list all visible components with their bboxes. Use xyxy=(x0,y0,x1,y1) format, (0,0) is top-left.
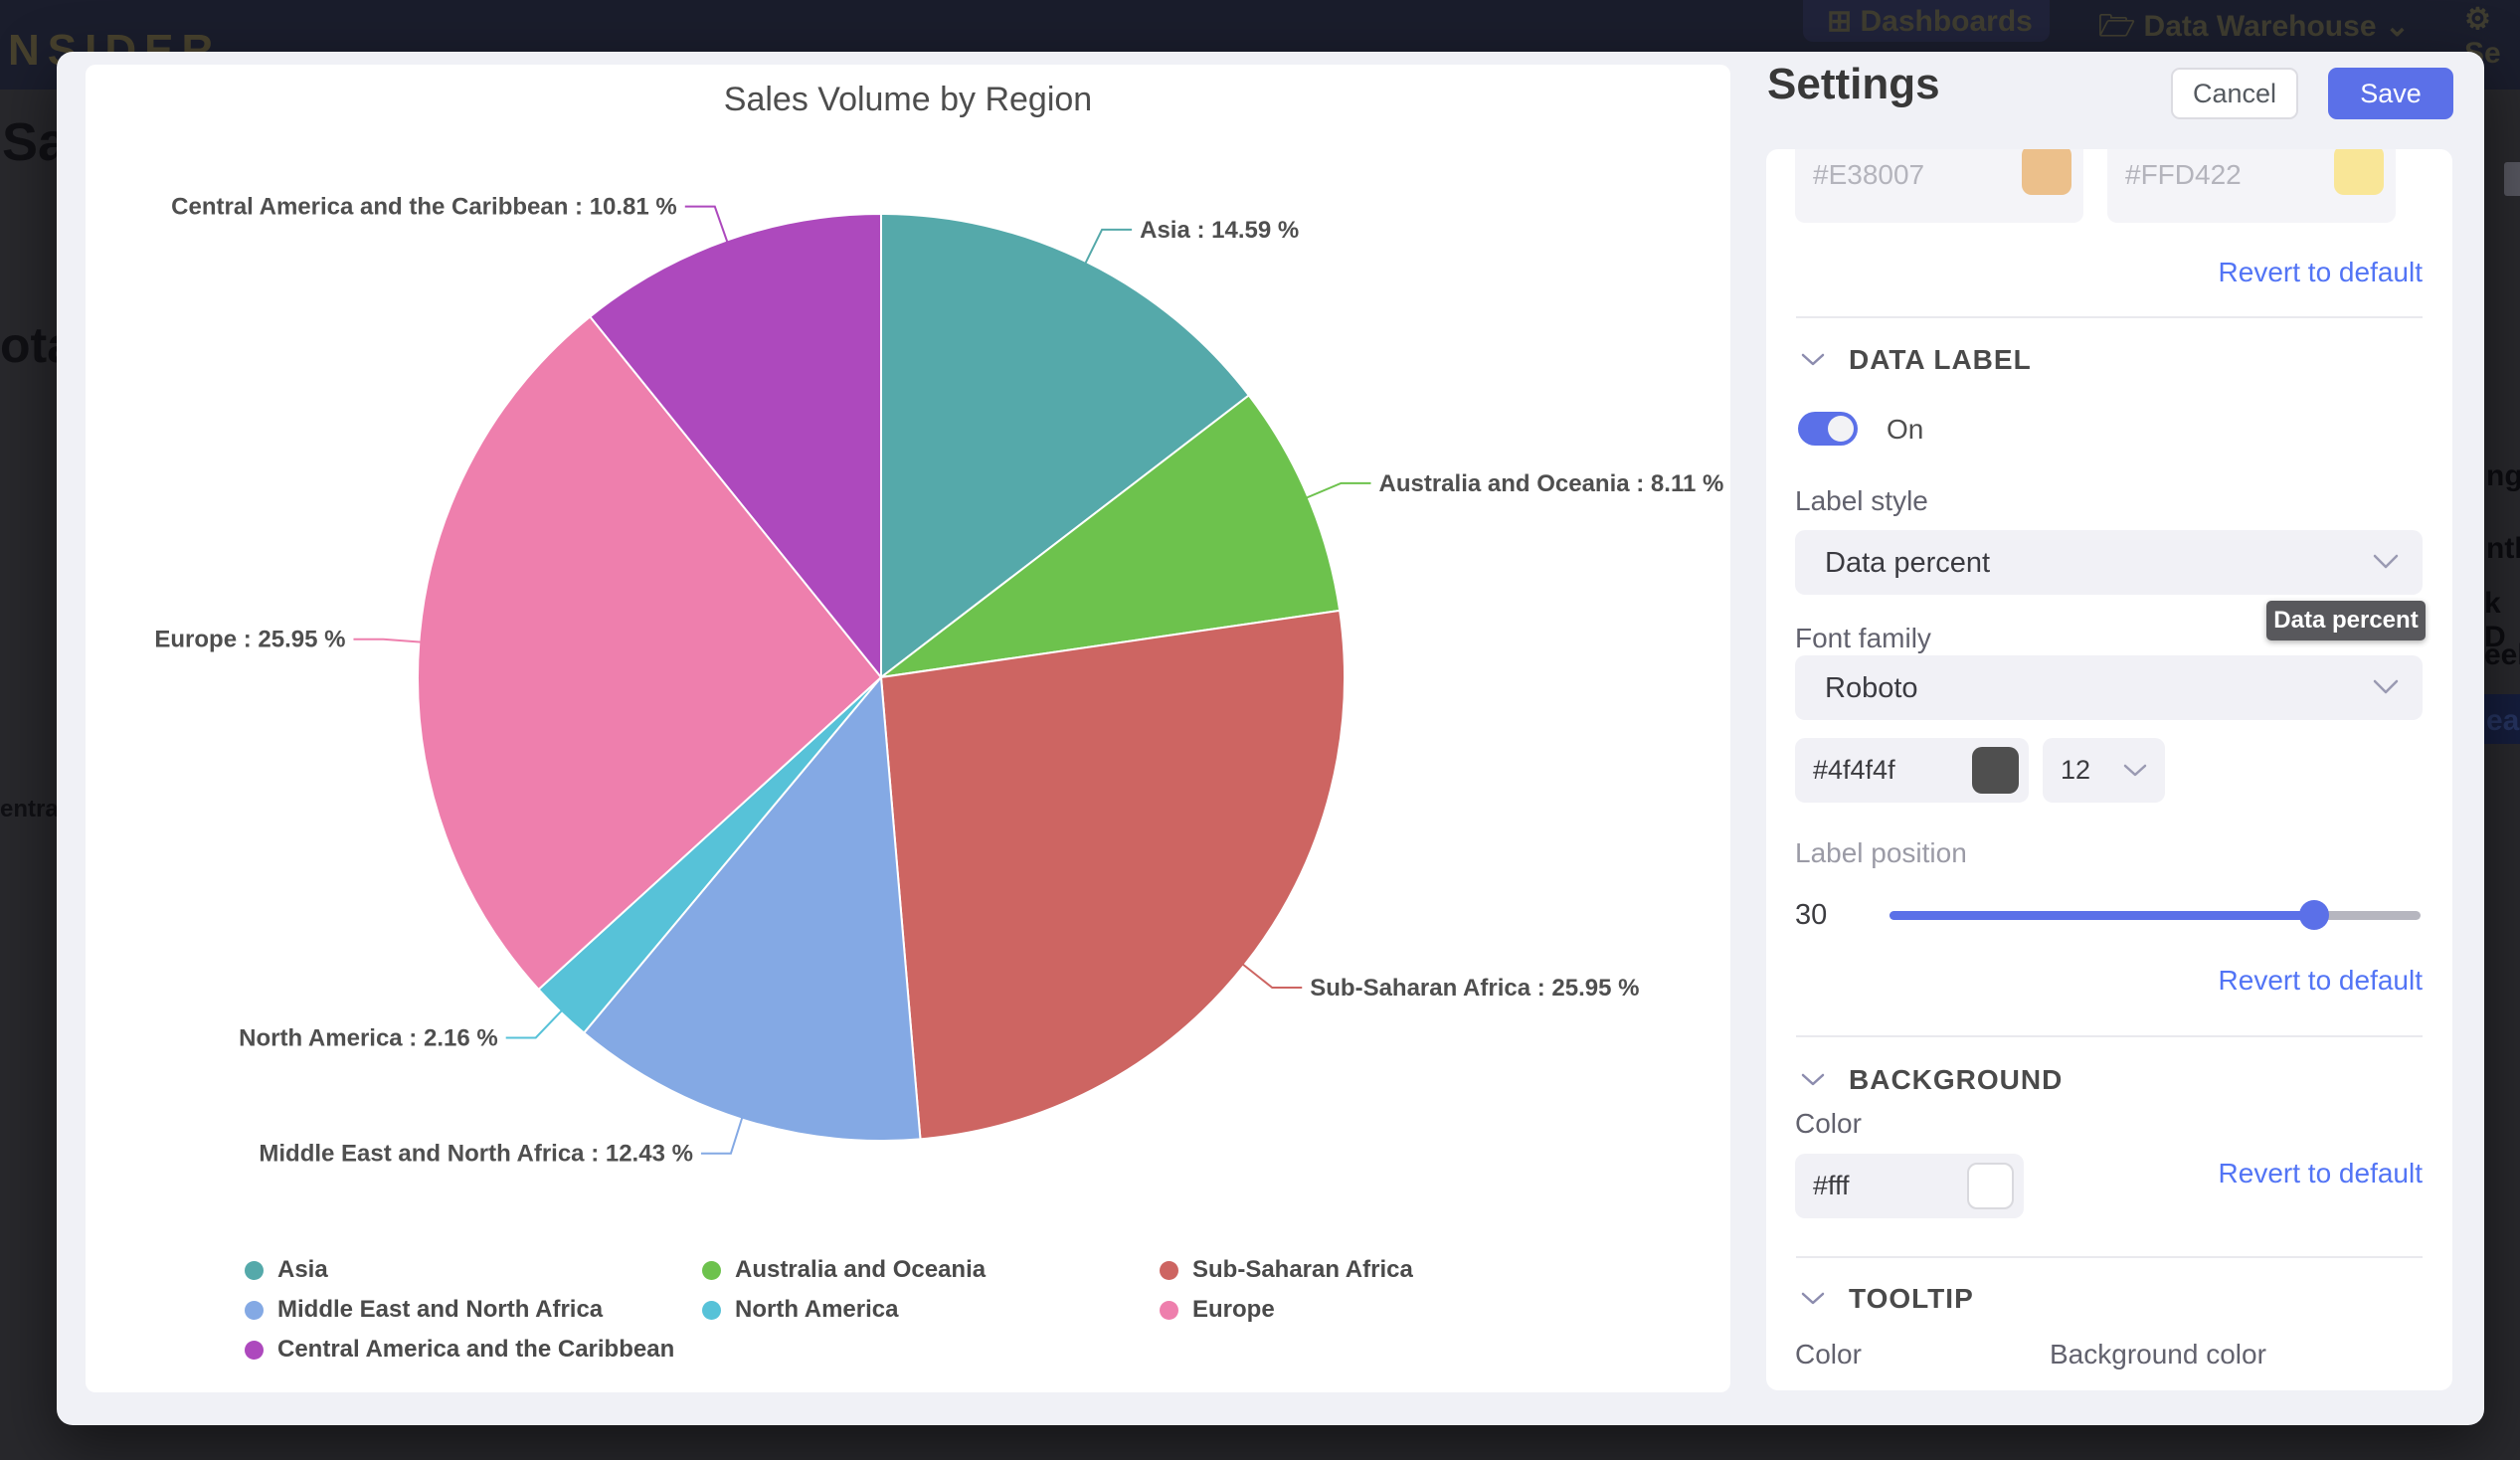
section-divider xyxy=(1796,1256,2423,1258)
font-color-input[interactable]: #4f4f4f xyxy=(1795,738,2029,803)
series-color-input-2[interactable]: #FFD422 xyxy=(2107,149,2396,223)
legend-dot xyxy=(702,1261,721,1280)
section-header-tooltip[interactable]: TOOLTIP xyxy=(1801,1283,1974,1315)
pie-label-line xyxy=(353,639,421,642)
section-header-background[interactable]: BACKGROUND xyxy=(1801,1064,2063,1096)
chevron-down-icon xyxy=(1801,1073,1825,1087)
series-color-input-1[interactable]: #E38007 xyxy=(1795,149,2083,223)
legend-label: North America xyxy=(735,1296,898,1324)
pie-label-line xyxy=(701,1117,742,1153)
tooltip-background-color-label: Background color xyxy=(2050,1339,2266,1370)
section-divider xyxy=(1796,316,2423,318)
pie-slice-sub-saharan-africa[interactable] xyxy=(881,611,1345,1139)
legend-label: Sub-Saharan Africa xyxy=(1192,1256,1413,1284)
pie-data-label: Asia : 14.59 % xyxy=(1140,217,1299,244)
pie-label-line xyxy=(506,1010,562,1037)
pie-data-label: Europe : 25.95 % xyxy=(154,627,345,653)
screen: NSIDER ⊞ Dashboards 🗁 Data Warehouse ⌄ ⚙… xyxy=(0,0,2520,1460)
legend-item-asia[interactable]: Asia xyxy=(245,1256,702,1284)
pie-label-line xyxy=(1306,483,1370,498)
section-divider xyxy=(1796,1035,2423,1037)
cancel-button[interactable]: Cancel xyxy=(2171,68,2298,119)
save-button[interactable]: Save xyxy=(2328,68,2453,119)
background-text-fragment: nth xyxy=(2486,532,2520,566)
chevron-down-icon: ⌄ xyxy=(2377,10,2410,43)
font-size-select[interactable]: 12 xyxy=(2043,738,2165,803)
background-color-input[interactable]: #fff xyxy=(1795,1154,2024,1218)
chevron-down-icon xyxy=(2123,764,2147,778)
toggle-state-label: On xyxy=(1887,414,1923,446)
legend-label: Europe xyxy=(1192,1296,1275,1324)
pie-label-line xyxy=(685,207,728,243)
pie-data-label: North America : 2.16 % xyxy=(239,1024,498,1051)
font-color-swatch[interactable] xyxy=(1972,747,2019,794)
chevron-down-icon xyxy=(2373,554,2399,570)
legend-dot xyxy=(245,1301,264,1320)
legend-item-sub-saharan-africa[interactable]: Sub-Saharan Africa xyxy=(1160,1256,1577,1284)
chevron-down-icon xyxy=(2373,679,2399,695)
chevron-down-icon xyxy=(1801,353,1825,367)
legend-dot xyxy=(245,1261,264,1280)
legend-item-central-america-and-the-caribbean[interactable]: Central America and the Caribbean xyxy=(245,1336,702,1364)
legend-dot xyxy=(1160,1261,1178,1280)
label-style-dropdown[interactable]: Data percent xyxy=(1795,530,2423,595)
label-position-value: 30 xyxy=(1795,899,1827,932)
background-color-swatch[interactable] xyxy=(1967,1163,2014,1209)
warehouse-icon: 🗁 xyxy=(2098,10,2144,43)
background-button-edge xyxy=(2504,162,2520,196)
chevron-down-icon xyxy=(1801,1292,1825,1306)
background-text-fragment: nge xyxy=(2486,459,2520,493)
slider-thumb[interactable] xyxy=(2299,900,2329,930)
background-color-label: Color xyxy=(1795,1108,1862,1140)
legend-item-middle-east-and-north-africa[interactable]: Middle East and North Africa xyxy=(245,1296,702,1324)
legend-dot xyxy=(1160,1301,1178,1320)
settings-panel-title: Settings xyxy=(1767,60,1940,109)
legend-item-europe[interactable]: Europe xyxy=(1160,1296,1577,1324)
tooltip-color-label: Color xyxy=(1795,1339,1862,1370)
chart-legend: Asia Australia and Oceania Sub-Saharan Afr… xyxy=(245,1250,1577,1369)
legend-item-australia-and-oceania[interactable]: Australia and Oceania xyxy=(702,1256,1160,1284)
dropdown-tooltip: Data percent xyxy=(2266,601,2426,640)
pie-chart: Asia : 14.59 % Australia and Oceania : 8.… xyxy=(86,65,1730,1238)
label-position-label: Label position xyxy=(1795,837,1967,869)
legend-item-north-america[interactable]: North America xyxy=(702,1296,1160,1324)
font-family-dropdown[interactable]: Roboto xyxy=(1795,655,2423,720)
color-swatch-yellow[interactable] xyxy=(2334,149,2384,195)
legend-label: Australia and Oceania xyxy=(735,1256,986,1284)
pie-label-line xyxy=(1085,230,1132,264)
pie-label-line xyxy=(1242,964,1302,988)
nav-dashboards-button[interactable]: ⊞ Dashboards xyxy=(1803,0,2050,42)
revert-to-default-link[interactable]: Revert to default xyxy=(2219,965,2423,997)
legend-dot xyxy=(245,1341,264,1360)
legend-label: Middle East and North Africa xyxy=(277,1296,603,1324)
dashboards-icon: ⊞ xyxy=(1827,5,1860,38)
pie-data-label: Sub-Saharan Africa : 25.95 % xyxy=(1310,975,1639,1002)
settings-modal: Sales Volume by Region Asia : 14.59 %Aus… xyxy=(57,52,2484,1425)
background-selected-row: ear xyxy=(2484,694,2520,744)
background-text-fragment: entral xyxy=(0,796,65,823)
label-position-slider[interactable] xyxy=(1890,911,2421,920)
legend-label: Asia xyxy=(277,1256,328,1284)
settings-card: #E38007 #FFD422 Revert to default DATA L… xyxy=(1766,149,2452,1390)
slider-fill xyxy=(1890,911,2314,920)
revert-to-default-link[interactable]: Revert to default xyxy=(2219,1158,2423,1189)
legend-dot xyxy=(702,1301,721,1320)
chart-card: Sales Volume by Region Asia : 14.59 %Aus… xyxy=(86,65,1730,1392)
toggle-knob xyxy=(1828,416,1854,442)
revert-to-default-link[interactable]: Revert to default xyxy=(2219,257,2423,288)
pie-data-label: Central America and the Caribbean : 10.8… xyxy=(171,194,677,221)
legend-label: Central America and the Caribbean xyxy=(277,1336,674,1364)
pie-data-label: Middle East and North Africa : 12.43 % xyxy=(259,1141,693,1168)
gear-icon: ⚙ xyxy=(2464,3,2491,36)
font-family-label: Font family xyxy=(1795,623,1931,654)
section-header-data-label[interactable]: DATA LABEL xyxy=(1801,344,2032,376)
color-swatch-orange[interactable] xyxy=(2022,149,2071,195)
data-label-toggle[interactable] xyxy=(1798,412,1858,446)
nav-data-warehouse-button[interactable]: 🗁 Data Warehouse ⌄ xyxy=(2098,4,2410,55)
background-text-fragment: eek xyxy=(2484,639,2520,672)
label-style-label: Label style xyxy=(1795,485,1928,517)
pie-data-label: Australia and Oceania : 8.11 % xyxy=(1379,470,1724,497)
